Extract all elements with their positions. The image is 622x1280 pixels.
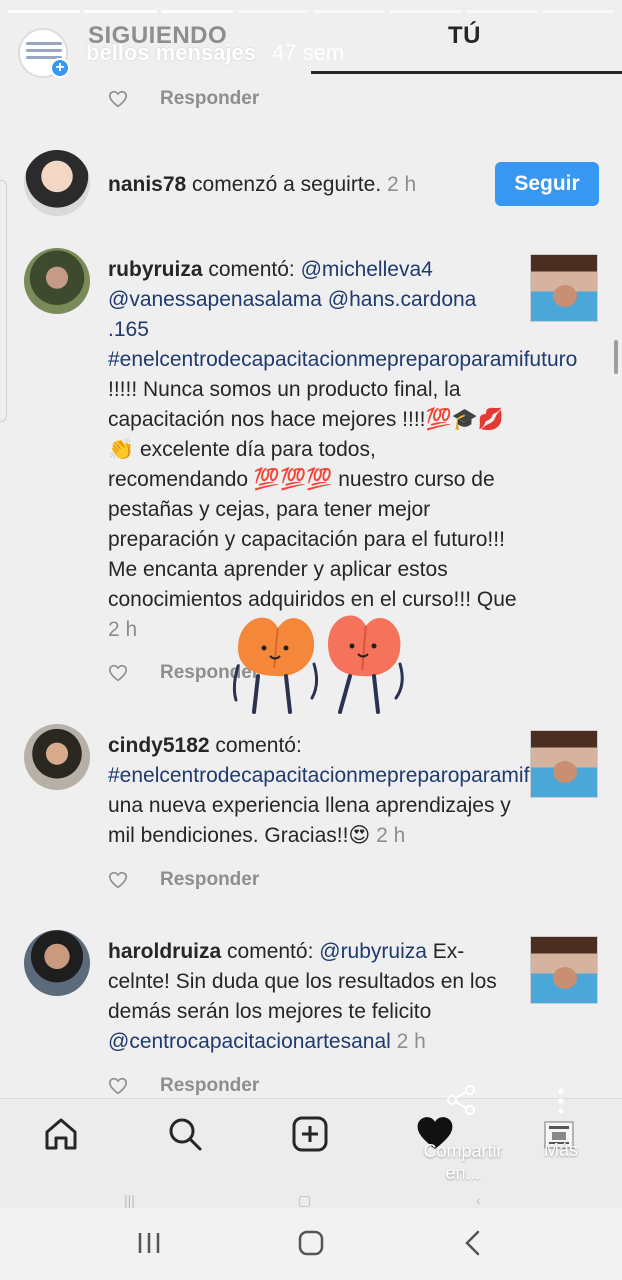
reply-button[interactable]: Responder	[160, 1075, 259, 1097]
ghost-system-nav: ||| ▢ ‹	[0, 1190, 622, 1208]
side-panel-handle[interactable]	[0, 180, 7, 422]
story-time: 47 sem	[271, 40, 345, 65]
username[interactable]: nanis78	[108, 173, 186, 196]
heart-outline-icon[interactable]	[108, 664, 128, 682]
search-icon[interactable]	[166, 1115, 204, 1153]
follow-button[interactable]: Seguir	[495, 162, 599, 206]
progress-segment	[389, 10, 462, 13]
reply-row: Responder	[108, 1075, 259, 1097]
more-vertical-icon[interactable]	[556, 1088, 566, 1114]
action-text: comentó:	[202, 258, 301, 281]
progress-segment	[541, 10, 614, 13]
reply-row: Responder	[108, 88, 259, 110]
comment-body: !!!!! Nunca somos un producto final, la …	[108, 378, 517, 611]
heart-outline-icon[interactable]	[108, 90, 128, 108]
share-icon[interactable]	[446, 1084, 478, 1116]
recents-icon[interactable]	[136, 1230, 162, 1256]
story-username[interactable]: bellos mensajes	[86, 40, 256, 66]
timestamp: 2 h	[370, 824, 406, 847]
action-text: comenzó a seguirte.	[186, 173, 382, 196]
back-icon[interactable]	[462, 1230, 484, 1256]
progress-segment	[8, 10, 81, 13]
mention-link[interactable]: @centrocapacitacionartesanal	[108, 1030, 391, 1053]
progress-segment	[84, 10, 157, 13]
username[interactable]: cindy5182	[108, 734, 210, 757]
post-thumbnail[interactable]	[530, 936, 598, 1004]
timestamp: 2 h	[390, 1030, 426, 1053]
username[interactable]: rubyruiza	[108, 258, 203, 281]
username[interactable]: haroldruiza	[108, 940, 221, 963]
progress-segment	[236, 10, 309, 13]
reply-row: Responder	[108, 869, 259, 891]
home-icon[interactable]	[42, 1115, 80, 1153]
scrollbar[interactable]	[614, 340, 618, 374]
share-button[interactable]: Compartir en...	[418, 1140, 508, 1184]
timestamp: 2 h	[381, 173, 417, 196]
comment-text: cindy5182 comentó: #enelcentrodecapacita…	[108, 731, 577, 851]
story-user[interactable]: + bellos mensajes 47 sem	[18, 28, 344, 78]
progress-segment	[313, 10, 386, 13]
add-story-icon[interactable]: +	[50, 58, 70, 78]
home-button-icon[interactable]	[298, 1230, 324, 1256]
avatar[interactable]	[24, 930, 90, 996]
timestamp: 2 h	[108, 618, 138, 641]
progress-segment	[160, 10, 233, 13]
add-post-icon[interactable]	[291, 1115, 329, 1153]
progress-segment	[465, 10, 538, 13]
mention-link[interactable]: #enelcentrodecapacitacionmepreparoparami…	[108, 764, 577, 787]
notification-text: nanis78 comenzó a seguirte. 2 h	[108, 170, 488, 200]
heart-outline-icon[interactable]	[108, 871, 128, 889]
active-tab-indicator	[311, 71, 622, 74]
story-progress	[8, 10, 614, 13]
avatar[interactable]	[24, 248, 90, 314]
comment-text: haroldruiza comentó: @rubyruiza Ex-celnt…	[108, 937, 518, 1057]
reply-button[interactable]: Responder	[160, 88, 259, 110]
comment-text: rubyruiza comentó: @michelleva4 @vanessa…	[108, 255, 577, 645]
avatar[interactable]	[24, 724, 90, 790]
tab-you[interactable]: TÚ	[448, 22, 481, 50]
home-button-icon: ▢	[298, 1192, 312, 1208]
more-button[interactable]: Más	[538, 1140, 584, 1161]
back-icon: ‹	[476, 1192, 481, 1208]
mention-link[interactable]: @rubyruiza	[319, 940, 427, 963]
action-text: comentó:	[221, 940, 320, 963]
peach-sticker[interactable]	[228, 608, 408, 718]
heart-outline-icon[interactable]	[108, 1077, 128, 1095]
avatar[interactable]	[24, 150, 90, 216]
system-navigation-bar	[0, 1208, 622, 1280]
reply-button[interactable]: Responder	[160, 869, 259, 891]
post-thumbnail[interactable]	[530, 254, 598, 322]
post-thumbnail[interactable]	[530, 730, 598, 798]
recents-icon: |||	[124, 1192, 135, 1208]
comment-body: una nueva experiencia llena aprendizajes…	[108, 794, 511, 847]
action-text: comentó:	[209, 734, 302, 757]
